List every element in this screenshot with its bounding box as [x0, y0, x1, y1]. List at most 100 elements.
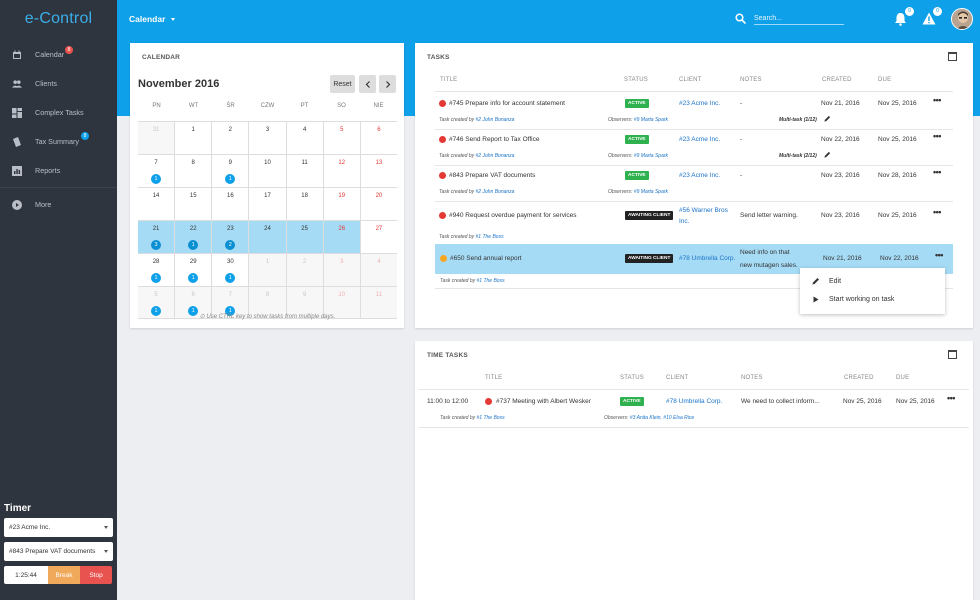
app-logo[interactable]: e-Control — [0, 0, 117, 40]
observer-link[interactable]: #9 Marta Spark — [634, 117, 668, 123]
creator-link[interactable]: #1 The Boss — [477, 415, 505, 421]
alerts-button[interactable]: 0 — [922, 7, 942, 26]
calendar-day[interactable]: 12 — [322, 155, 360, 187]
page-selector[interactable]: Calendar — [129, 14, 176, 24]
client-link[interactable]: #23 Acme Inc. — [679, 172, 720, 179]
event-count-badge[interactable]: 1 — [225, 174, 236, 184]
more-icon[interactable]: ••• — [933, 167, 941, 177]
event-count-badge[interactable]: 1 — [188, 240, 199, 250]
calendar-day[interactable]: 15 — [174, 188, 212, 220]
calendar-day[interactable]: 26 — [322, 221, 360, 253]
event-count-badge[interactable]: 1 — [188, 273, 199, 283]
calendar-day[interactable]: 28 1 — [138, 254, 175, 286]
break-button[interactable]: Break — [48, 566, 80, 584]
calendar-day[interactable]: 4 — [285, 122, 323, 154]
maximize-icon[interactable] — [948, 350, 957, 359]
observer-link[interactable]: #3 Anita Klein, #10 Elsa Rice — [630, 415, 694, 421]
task-title[interactable]: #746 Send Report to Tax Office — [449, 136, 539, 143]
table-row[interactable]: #745 Prepare info for account statement … — [435, 93, 953, 129]
calendar-day[interactable]: 19 — [322, 188, 360, 220]
table-row[interactable]: #843 Prepare VAT documents ACTIVE #23 Ac… — [435, 165, 953, 201]
task-title[interactable]: #843 Prepare VAT documents — [449, 172, 535, 179]
calendar-day[interactable]: 13 — [359, 155, 397, 187]
menu-item-start-working[interactable]: Start working on task — [812, 295, 894, 303]
pencil-icon[interactable] — [824, 115, 831, 122]
creator-link[interactable]: #1 The Boss — [477, 278, 505, 284]
client-link-cont[interactable]: Inc. — [679, 218, 689, 225]
calendar-next-button[interactable] — [379, 75, 396, 93]
creator-link[interactable]: #2 John Bonanza — [476, 117, 515, 123]
calendar-day[interactable]: 3 — [322, 254, 360, 286]
notifications-button[interactable]: 0 — [894, 7, 914, 26]
sidebar-item-complex-tasks[interactable]: Complex Tasks — [0, 98, 117, 127]
calendar-day[interactable]: 5 — [322, 122, 360, 154]
task-title[interactable]: #650 Send annual report — [450, 255, 522, 262]
calendar-day[interactable]: 2 — [211, 122, 249, 154]
avatar[interactable] — [951, 8, 973, 30]
event-count-badge[interactable]: 1 — [151, 273, 161, 283]
table-row[interactable]: #940 Request overdue payment for service… — [435, 201, 953, 243]
creator-link[interactable]: #1 The Boss — [476, 234, 504, 240]
more-icon[interactable]: ••• — [935, 250, 943, 260]
calendar-day[interactable]: 91 — [211, 155, 249, 187]
calendar-day[interactable]: 22 1 — [174, 221, 212, 253]
sidebar-item-more[interactable]: More — [0, 190, 117, 219]
menu-item-edit[interactable]: Edit — [812, 277, 841, 285]
calendar-day[interactable]: 3 — [248, 122, 286, 154]
timer-task-select[interactable]: #843 Prepare VAT documents — [4, 542, 113, 561]
calendar-day[interactable]: 31 — [138, 122, 175, 154]
pencil-icon[interactable] — [824, 151, 831, 158]
calendar-day[interactable]: 16 — [211, 188, 249, 220]
search-box[interactable]: Search... — [735, 13, 844, 26]
calendar-day[interactable]: 4 — [359, 254, 397, 286]
sidebar-item-clients[interactable]: Clients — [0, 69, 117, 98]
calendar-day[interactable]: 11 — [285, 155, 323, 187]
calendar-day[interactable]: 21 3 — [138, 221, 175, 253]
calendar-day[interactable]: 23 2 — [211, 221, 249, 253]
creator-link[interactable]: #2 John Bonanza — [476, 153, 515, 159]
calendar-reset-button[interactable]: Reset — [330, 75, 355, 93]
event-count-badge[interactable]: 1 — [225, 273, 236, 283]
more-icon[interactable]: ••• — [933, 207, 941, 217]
sidebar-item-reports[interactable]: Reports — [0, 156, 117, 185]
calendar-day[interactable]: 27 — [359, 221, 397, 253]
client-link[interactable]: #78 Umbrella Corp. — [679, 255, 735, 262]
more-icon[interactable]: ••• — [947, 393, 955, 403]
task-title[interactable]: #745 Prepare info for account statement — [449, 100, 565, 107]
task-title[interactable]: #737 Meeting with Albert Wesker — [496, 398, 591, 405]
table-row[interactable]: 11:00 to 12:00 #737 Meeting with Albert … — [427, 391, 961, 427]
more-icon[interactable]: ••• — [933, 95, 941, 105]
client-link[interactable]: #56 Warner Bros — [679, 207, 728, 214]
calendar-day[interactable]: 10 — [248, 155, 286, 187]
timer-client-select[interactable]: #23 Acme Inc. — [4, 518, 113, 537]
calendar-day[interactable]: 71 — [138, 155, 175, 187]
calendar-day[interactable]: 2 — [285, 254, 323, 286]
client-link[interactable]: #23 Acme Inc. — [679, 136, 720, 143]
event-count-badge[interactable]: 3 — [151, 240, 161, 250]
calendar-day[interactable]: 30 1 — [211, 254, 249, 286]
client-link[interactable]: #78 Umbrella Corp. — [666, 398, 722, 405]
calendar-day[interactable]: 25 — [285, 221, 323, 253]
calendar-day[interactable]: 1 — [174, 122, 212, 154]
task-title[interactable]: #940 Request overdue payment for service… — [449, 212, 577, 219]
more-icon[interactable]: ••• — [933, 131, 941, 141]
client-link[interactable]: #23 Acme Inc. — [679, 100, 720, 107]
calendar-day[interactable]: 14 — [138, 188, 175, 220]
calendar-day[interactable]: 24 — [248, 221, 286, 253]
event-count-badge[interactable]: 1 — [151, 174, 161, 184]
calendar-day[interactable]: 20 — [359, 188, 397, 220]
calendar-day[interactable]: 29 1 — [174, 254, 212, 286]
creator-link[interactable]: #2 John Bonanza — [476, 189, 515, 195]
calendar-prev-button[interactable] — [359, 75, 376, 93]
calendar-day[interactable]: 1 — [248, 254, 286, 286]
sidebar-item-calendar[interactable]: Calendar 8 — [0, 40, 117, 69]
calendar-day[interactable]: 6 — [359, 122, 397, 154]
sidebar-item-tax-summary[interactable]: Tax Summary 8 — [0, 127, 117, 156]
stop-button[interactable]: Stop — [80, 566, 112, 584]
maximize-icon[interactable] — [948, 52, 957, 61]
observer-link[interactable]: #9 Marta Spark — [634, 153, 668, 159]
search-input[interactable]: Search... — [754, 15, 844, 25]
calendar-day[interactable]: 17 — [248, 188, 286, 220]
calendar-day[interactable]: 8 — [174, 155, 212, 187]
observer-link[interactable]: #9 Marta Spark — [634, 189, 668, 195]
